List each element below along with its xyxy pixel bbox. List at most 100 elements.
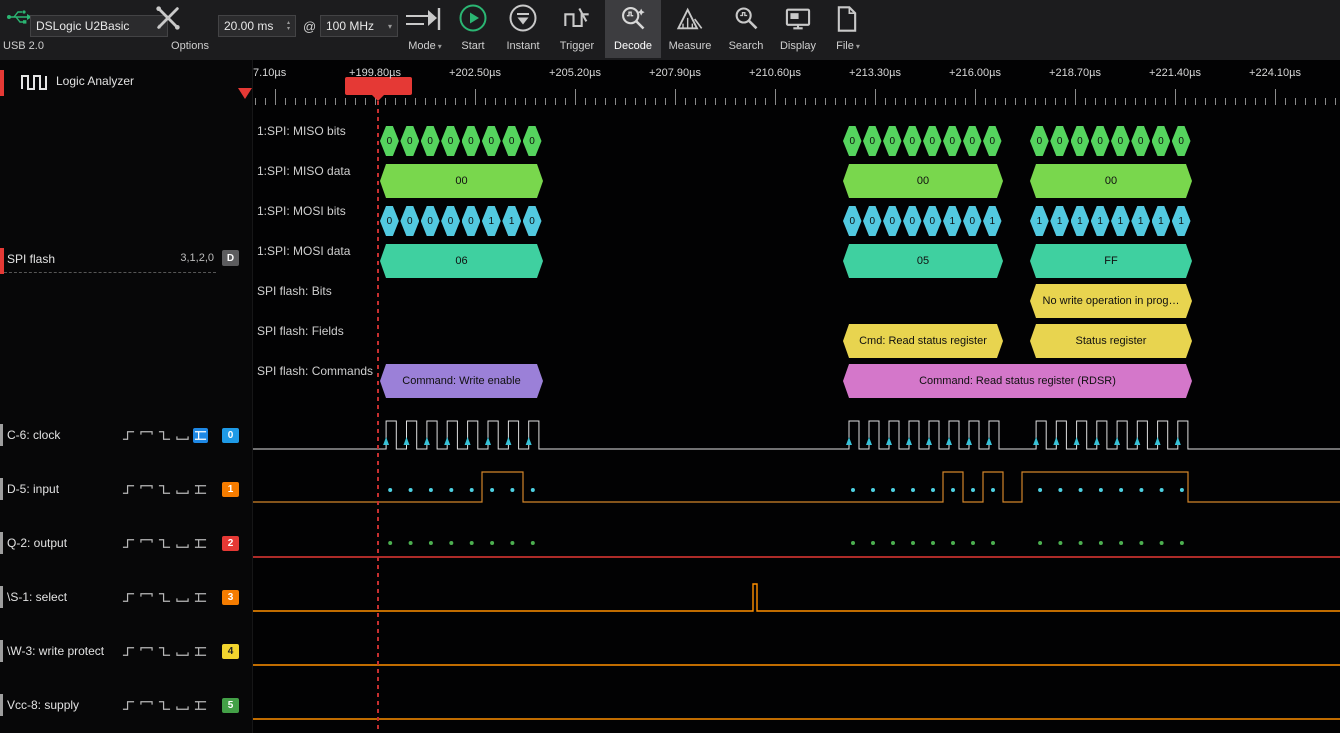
sample-rate-select[interactable]: 100 MHz▾ [320,15,398,37]
decode-row-label[interactable]: 1:SPI: MOSI data [257,244,350,258]
ruler-tick [805,98,806,105]
bits-annotation: No write operation in prog… [1030,284,1192,318]
decode-row-label[interactable]: 1:SPI: MISO bits [257,124,346,138]
start-icon[interactable] [458,3,488,33]
channel-row-output[interactable]: Q-2: output 2 [0,529,252,557]
measure-button[interactable]: Measure [662,40,718,52]
channel-label: Vcc-8: supply [7,691,79,719]
trigger-mode-icons[interactable] [121,590,208,605]
high-level-trigger-icon[interactable] [139,698,154,713]
falling-edge-trigger-icon[interactable] [157,428,172,443]
ruler-tick [1065,98,1066,105]
any-edge-trigger-icon[interactable] [193,698,208,713]
low-level-trigger-icon[interactable] [175,428,190,443]
falling-edge-trigger-icon[interactable] [157,644,172,659]
decode-row-label[interactable]: 1:SPI: MISO data [257,164,350,178]
ruler-tick [495,98,496,105]
mode-icon[interactable] [404,6,442,34]
any-edge-trigger-icon[interactable] [193,536,208,551]
rising-edge-trigger-icon[interactable] [121,590,136,605]
miso-data-annotation: 00 [843,164,1003,198]
high-level-trigger-icon[interactable] [139,536,154,551]
trigger-mode-icons[interactable] [121,428,208,443]
search-button[interactable]: Search [723,40,769,52]
trigger-mode-icons[interactable] [121,536,208,551]
channel-badge[interactable]: 0 [222,428,239,443]
rising-edge-trigger-icon[interactable] [121,536,136,551]
display-button[interactable]: Display [773,40,823,52]
decoder-badge[interactable]: D [222,250,239,266]
instant-button[interactable]: Instant [499,40,547,52]
decode-row-label[interactable]: SPI flash: Fields [257,324,344,338]
device-select[interactable]: DSLogic U2Basic▾ [30,15,168,37]
low-level-trigger-icon[interactable] [175,590,190,605]
capture-duration-select[interactable]: 20.00 ms ▴▾ [218,15,296,37]
decoder-row[interactable]: SPI flash 3,1,2,0 D [0,248,252,273]
any-edge-trigger-icon[interactable] [193,590,208,605]
trigger-icon[interactable] [563,5,591,33]
ruler-tick [1335,98,1336,105]
options-label[interactable]: Options [166,40,214,52]
channel-badge[interactable]: 3 [222,590,239,605]
ruler-tick [1085,98,1086,105]
channel-badge[interactable]: 2 [222,536,239,551]
logic-analyzer-header[interactable]: Logic Analyzer [0,68,252,96]
low-level-trigger-icon[interactable] [175,536,190,551]
channel-row-supply[interactable]: Vcc-8: supply 5 [0,691,252,719]
any-edge-trigger-icon[interactable] [193,428,208,443]
falling-edge-trigger-icon[interactable] [157,536,172,551]
channel-row-clock[interactable]: C-6: clock 0 [0,421,252,449]
any-edge-trigger-icon[interactable] [193,644,208,659]
spinner-arrows-icon[interactable]: ▴▾ [283,20,290,32]
start-button[interactable]: Start [452,40,494,52]
trigger-mode-icons[interactable] [121,698,208,713]
channel-badge[interactable]: 1 [222,482,239,497]
trigger-mode-icons[interactable] [121,482,208,497]
channel-row-select[interactable]: \S-1: select 3 [0,583,252,611]
decode-row-label[interactable]: SPI flash: Bits [257,284,332,298]
trigger-flag[interactable] [345,77,412,95]
rising-edge-trigger-icon[interactable] [121,482,136,497]
falling-edge-trigger-icon[interactable] [157,698,172,713]
decoder-channel-map[interactable]: 3,1,2,0 [118,252,214,264]
measure-icon[interactable] [676,5,704,33]
trigger-mode-icons[interactable] [121,644,208,659]
decode-row-label[interactable]: SPI flash: Commands [257,364,373,378]
ruler-tick [255,98,256,105]
high-level-trigger-icon[interactable] [139,590,154,605]
falling-edge-trigger-icon[interactable] [157,482,172,497]
file-button[interactable]: File▾ [827,40,869,52]
low-level-trigger-icon[interactable] [175,644,190,659]
display-icon[interactable] [784,5,812,33]
ruler-tick [305,98,306,105]
low-level-trigger-icon[interactable] [175,482,190,497]
rising-edge-trigger-icon[interactable] [121,698,136,713]
ruler-tick [655,98,656,105]
channel-row-write-protect[interactable]: \W-3: write protect 4 [0,637,252,665]
channel-badge[interactable]: 4 [222,644,239,659]
falling-edge-trigger-icon[interactable] [157,590,172,605]
search-icon[interactable] [732,5,760,33]
rising-edge-trigger-icon[interactable] [121,644,136,659]
ruler-tick [755,98,756,105]
high-level-trigger-icon[interactable] [139,482,154,497]
wrench-icon[interactable] [154,4,182,32]
channel-badge[interactable]: 5 [222,698,239,713]
file-icon[interactable] [834,5,860,33]
rising-edge-trigger-icon[interactable] [121,428,136,443]
channel-row-input[interactable]: D-5: input 1 [0,475,252,503]
low-level-trigger-icon[interactable] [175,698,190,713]
high-level-trigger-icon[interactable] [139,428,154,443]
ruler-tick [1295,98,1296,105]
ruler-tick [525,98,526,105]
any-edge-trigger-icon[interactable] [193,482,208,497]
decode-icon[interactable] [619,4,647,32]
command-annotation: Command: Write enable [380,364,543,398]
high-level-trigger-icon[interactable] [139,644,154,659]
decode-button[interactable]: Decode [605,40,661,52]
trigger-button[interactable]: Trigger [553,40,601,52]
decode-row-label[interactable]: 1:SPI: MOSI bits [257,204,346,218]
channel-label: Q-2: output [7,529,67,557]
mode-button[interactable]: Mode▾ [400,40,450,52]
instant-icon[interactable] [508,3,538,33]
